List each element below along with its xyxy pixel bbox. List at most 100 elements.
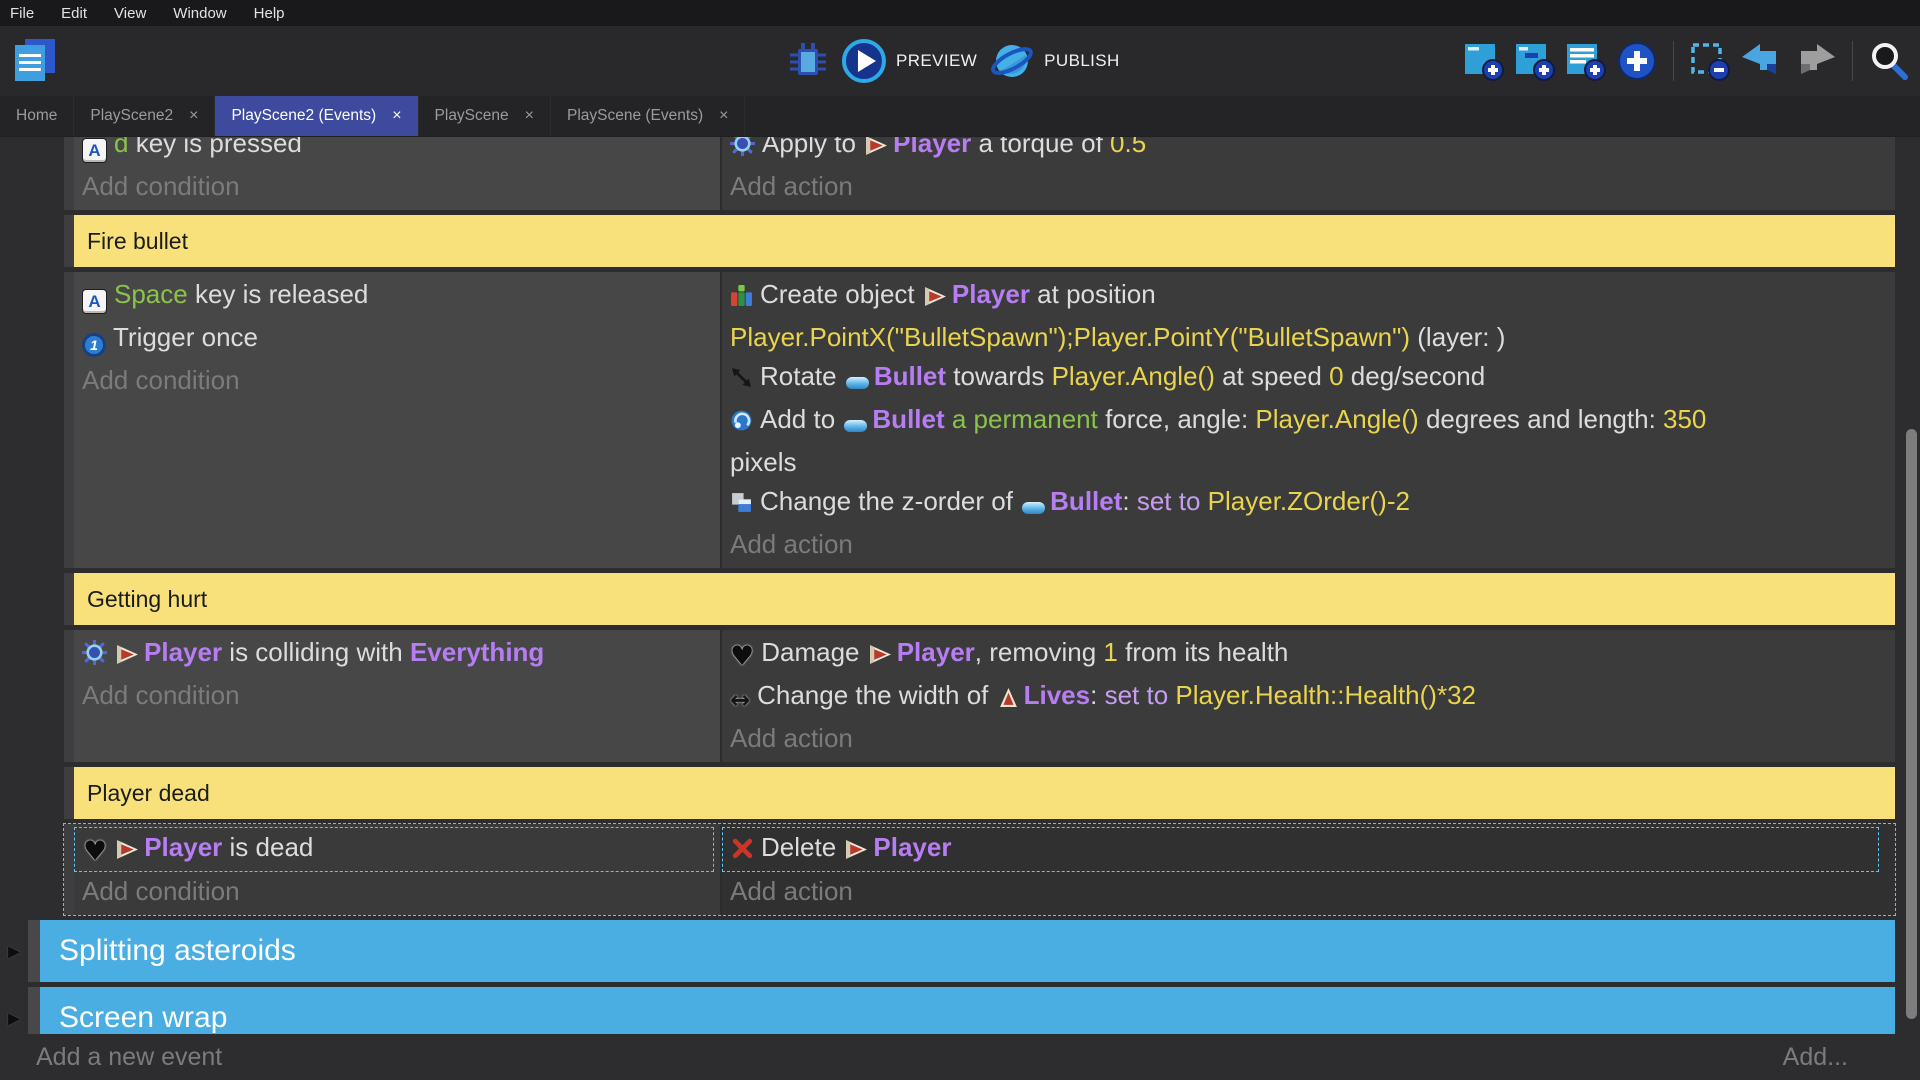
keyboard-key-icon: A [82,136,107,167]
add-action-placeholder[interactable]: Add action [722,167,1885,206]
search-icon[interactable] [1868,40,1910,82]
group-label: Getting hurt [87,586,207,613]
event-row[interactable]: ASpace key is released1Trigger onceAdd c… [64,272,1895,568]
preview-label: PREVIEW [896,51,977,71]
action-item[interactable]: ♥Damage Player, removing 1 from its heal… [722,633,1885,676]
event-row[interactable]: ♥Player is deadAdd conditionDelete Playe… [64,824,1895,915]
conditions-cell: ASpace key is released1Trigger onceAdd c… [74,272,720,568]
actions-cell: Create object Player at position Player.… [720,272,1895,568]
event-row[interactable]: Ad key is pressedAdd conditionApply to P… [64,136,1895,210]
event-grip[interactable] [64,824,74,915]
action-item[interactable]: Change the z-order of Bullet: set to Pla… [722,482,1885,525]
tab-playscene[interactable]: PlayScene× [419,96,551,136]
add-event-icon[interactable] [1463,40,1505,82]
add-condition-placeholder[interactable]: Add condition [74,167,720,206]
add-comment-icon[interactable] [1565,40,1607,82]
gdevelop-logo-icon [12,38,58,84]
tab-label: Home [16,107,57,125]
condition-item[interactable]: Ad key is pressed [74,136,720,167]
bullet-object-icon [844,404,867,443]
event-grip[interactable] [64,272,74,568]
lives-object-icon [998,680,1019,719]
bullet-object-icon [846,361,869,400]
menu-help[interactable]: Help [254,5,298,22]
preview-button[interactable]: PREVIEW [841,38,977,84]
group-header-player-dead[interactable]: Player dead [64,767,1895,819]
add-subevent-icon[interactable] [1514,40,1556,82]
force-icon [730,404,753,443]
bottom-add-bar: Add a new event Add... [0,1034,1920,1080]
action-item[interactable]: Add to Bullet a permanent force, angle: … [722,400,1885,482]
tab-playscene2-events[interactable]: PlayScene2 (Events) × [215,96,418,136]
conditions-cell: Player is colliding with EverythingAdd c… [74,630,720,762]
condition-item[interactable]: ♥Player is dead [75,828,713,871]
add-action-placeholder[interactable]: Add action [722,872,1885,911]
add-new-event-placeholder[interactable]: Add a new event [36,1043,222,1072]
tab-label: PlayScene2 [90,107,173,125]
group-grip [64,767,74,819]
preview-play-icon [841,38,887,84]
redo-icon[interactable] [1793,42,1837,80]
event-grip[interactable] [64,630,74,762]
close-tab-icon[interactable]: × [525,107,534,125]
publish-label: PUBLISH [1044,51,1120,71]
condition-item[interactable]: 1Trigger once [74,318,720,361]
add-action-placeholder[interactable]: Add action [722,719,1885,758]
action-item[interactable]: ↔Change the width of Lives: set to Playe… [722,676,1885,719]
tab-home[interactable]: Home [0,96,74,136]
menu-window[interactable]: Window [173,5,239,22]
add-more-button[interactable]: Add... [1783,1043,1848,1072]
close-tab-icon[interactable]: × [189,107,198,125]
physics-icon [82,637,107,676]
add-action-placeholder[interactable]: Add action [722,525,1885,564]
group-label: Fire bullet [87,228,188,255]
undo-icon[interactable] [1740,42,1784,80]
collapse-arrow-icon[interactable]: ▶ [8,942,20,961]
debugger-icon[interactable] [787,41,829,81]
group-header-screen-wrap[interactable]: ▶Screen wrap [28,987,1895,1034]
action-item[interactable]: Create object Player at position Player.… [722,275,1885,357]
toolbar-separator [1852,41,1853,81]
action-item[interactable]: Apply to Player a torque of 0.5 [722,136,1885,167]
rotate-icon [730,361,753,400]
event-grip[interactable] [64,136,74,210]
collapse-arrow-icon[interactable]: ▶ [8,1009,20,1028]
menu-bar: File Edit View Window Help [0,0,1920,26]
tab-label: PlayScene2 (Events) [231,107,376,125]
delete-icon [731,832,754,871]
toolbar-separator [1673,41,1674,81]
action-item[interactable]: Rotate Bullet towards Player.Angle() at … [722,357,1885,400]
add-condition-placeholder[interactable]: Add condition [74,361,720,400]
menu-view[interactable]: View [114,5,159,22]
menu-edit[interactable]: Edit [61,5,100,22]
menu-file[interactable]: File [10,5,47,22]
player-object-icon [924,279,947,318]
event-row[interactable]: Player is colliding with EverythingAdd c… [64,630,1895,762]
bullet-object-icon [1022,486,1045,525]
close-tab-icon[interactable]: × [392,107,401,125]
create-object-icon [730,279,753,318]
publish-button[interactable]: PUBLISH [989,38,1120,84]
vertical-scrollbar[interactable] [1906,429,1917,1019]
group-header-getting-hurt[interactable]: Getting hurt [64,573,1895,625]
add-event-dialog-icon[interactable] [1616,40,1658,82]
add-condition-placeholder[interactable]: Add condition [74,676,720,715]
player-object-icon [865,136,888,167]
close-tab-icon[interactable]: × [719,107,728,125]
tab-playscene2[interactable]: PlayScene2 × [74,96,215,136]
keyboard-key-icon: A [82,279,107,318]
group-header-fire-bullet[interactable]: Fire bullet [64,215,1895,267]
publish-globe-icon [989,38,1035,84]
player-object-icon [116,832,139,871]
tab-playscene-events[interactable]: PlayScene (Events)× [551,96,745,136]
group-header-splitting-asteroids[interactable]: ▶Splitting asteroids [28,920,1895,982]
condition-item[interactable]: Player is colliding with Everything [74,633,720,676]
physics-icon [730,136,755,167]
tab-bar: HomePlayScene2×PlayScene2 (Events)×PlayS… [0,96,1920,136]
condition-item[interactable]: ASpace key is released [74,275,720,318]
health-heart-icon: ♥ [730,637,754,676]
delete-selection-icon[interactable] [1689,40,1731,82]
action-item[interactable]: Delete Player [723,828,1878,871]
add-condition-placeholder[interactable]: Add condition [74,872,720,911]
group-label: Splitting asteroids [59,934,296,968]
